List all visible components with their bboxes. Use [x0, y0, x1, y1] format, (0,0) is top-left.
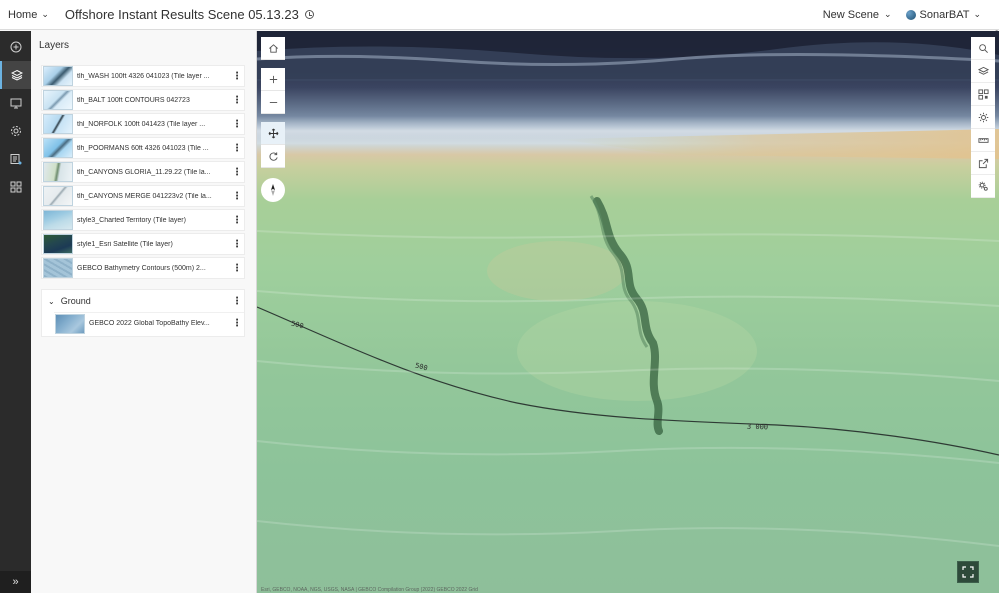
- layer-label: tlh_POORMANS 60ft 4326 041023 (Tile ...: [77, 144, 209, 152]
- panel-title: Layers: [39, 39, 70, 51]
- gear-icon[interactable]: [971, 175, 995, 198]
- layer-item[interactable]: tlh_BALT 100ft CONTOURS 042723 ⋮: [41, 89, 245, 111]
- chevron-down-icon: ⌄: [41, 9, 49, 19]
- layer-thumbnail: [43, 210, 73, 230]
- header-right: New Scene ⌄ SonarBAT ⌄: [823, 9, 981, 21]
- user-name: SonarBAT: [919, 8, 970, 21]
- layer-item[interactable]: style3_Charted Territory (Tile layer) ⋮: [41, 209, 245, 231]
- more-options-icon[interactable]: ⋮: [230, 186, 244, 206]
- layer-thumbnail: [43, 114, 73, 134]
- rotate-icon[interactable]: [261, 145, 285, 168]
- layer-label: tlh_BALT 100ft CONTOURS 042723: [77, 96, 190, 104]
- app-header: Home ⌄ Offshore Instant Results Scene 05…: [0, 0, 999, 30]
- measure-icon[interactable]: [971, 129, 995, 152]
- more-options-icon[interactable]: ⋮: [230, 234, 244, 254]
- layer-thumbnail: [43, 234, 73, 254]
- avatar: [905, 9, 916, 20]
- fullscreen-icon: [962, 566, 974, 578]
- settings-icon[interactable]: [0, 117, 31, 145]
- scene-view[interactable]: 500 500 3 000 Esri, GEBCO, NOAA, NGS, US…: [257, 31, 999, 593]
- more-options-icon[interactable]: ⋮: [230, 314, 244, 334]
- home-menu[interactable]: Home ⌄: [8, 9, 49, 21]
- more-options-icon[interactable]: ⋮: [230, 210, 244, 230]
- scene-title: Offshore Instant Results Scene 05.13.23: [65, 7, 314, 22]
- new-scene-label: New Scene: [822, 8, 879, 21]
- scene-tools-toolbar: [971, 37, 995, 198]
- legend-icon[interactable]: [0, 145, 31, 173]
- layer-item[interactable]: thl_NORFOLK 100ft 041423 (Tile layer ...…: [41, 113, 245, 135]
- ground-layer-item[interactable]: GEBCO 2022 Global TopoBathy Elev... ⋮: [54, 312, 244, 334]
- daylight-icon[interactable]: [971, 106, 995, 129]
- share-icon[interactable]: [971, 152, 995, 175]
- ground-header[interactable]: ⌄ Ground ⋮: [42, 290, 244, 312]
- new-scene-menu[interactable]: New Scene ⌄: [823, 9, 892, 21]
- search-icon[interactable]: [971, 37, 995, 60]
- zoom-out-icon[interactable]: [261, 91, 285, 114]
- scene-title-text: Offshore Instant Results Scene 05.13.23: [64, 7, 299, 22]
- compass-icon[interactable]: [261, 178, 285, 202]
- qr-code-icon[interactable]: [971, 83, 995, 106]
- layer-thumbnail: [43, 186, 73, 206]
- zoom-in-icon[interactable]: [261, 68, 285, 91]
- layer-label: thl_NORFOLK 100ft 041423 (Tile layer ...: [77, 120, 206, 128]
- layer-thumbnail: [43, 162, 73, 182]
- contour-label: 3 000: [746, 422, 769, 432]
- ground-label: Ground: [60, 296, 91, 306]
- more-options-icon[interactable]: ⋮: [230, 114, 244, 134]
- basemap-icon[interactable]: [0, 173, 31, 201]
- clock-icon[interactable]: [304, 10, 314, 19]
- layer-thumbnail: [43, 258, 73, 278]
- fullscreen-button[interactable]: [957, 561, 979, 583]
- more-options-icon[interactable]: ⋮: [230, 90, 244, 110]
- chevron-down-icon: ⌄: [883, 9, 892, 19]
- layer-thumbnail: [43, 66, 73, 86]
- layer-item[interactable]: style1_Esri Satellite (Tile layer) ⋮: [41, 233, 245, 255]
- layer-item[interactable]: tlh_CANYONS MERGE 041223v2 (Tile la... ⋮: [41, 185, 245, 207]
- more-options-icon[interactable]: ⋮: [230, 138, 244, 158]
- layer-item[interactable]: tlh_POORMANS 60ft 4326 041023 (Tile ... …: [41, 137, 245, 159]
- more-options-icon[interactable]: ⋮: [230, 162, 244, 182]
- terrain-canvas: [257, 31, 999, 547]
- layer-label: style3_Charted Territory (Tile layer): [77, 216, 186, 224]
- layer-item[interactable]: tlh_CANYONS GLORIA_11.29.22 (Tile la... …: [41, 161, 245, 183]
- more-options-icon[interactable]: ⋮: [230, 258, 244, 278]
- action-bar: »: [0, 31, 31, 593]
- layer-thumbnail: [55, 313, 85, 334]
- layer-label: tlh_CANYONS GLORIA_11.29.22 (Tile la...: [77, 168, 211, 176]
- map-attribution: Esri, GEBCO, NOAA, NGS, USGS, NASA | GEB…: [261, 587, 478, 593]
- user-menu[interactable]: SonarBAT ⌄: [905, 8, 981, 21]
- navigation-toolbar: [261, 37, 285, 202]
- layer-thumbnail: [43, 90, 73, 110]
- layer-label: GEBCO Bathymetry Contours (500m) 2...: [77, 264, 206, 272]
- chevron-down-icon[interactable]: ⌄: [48, 297, 55, 306]
- more-options-icon[interactable]: ⋮: [230, 66, 244, 86]
- layer-thumbnail: [43, 138, 73, 158]
- more-options-icon[interactable]: ⋮: [230, 291, 244, 311]
- layer-item[interactable]: tlh_WASH 100ft 4326 041023 (Tile layer .…: [41, 65, 245, 87]
- layer-label: tlh_CANYONS MERGE 041223v2 (Tile la...: [77, 192, 212, 200]
- pan-icon[interactable]: [261, 122, 285, 145]
- ground-group: ⌄ Ground ⋮ GEBCO 2022 Global TopoBathy E…: [41, 289, 245, 337]
- slides-icon[interactable]: [0, 89, 31, 117]
- expand-panel-button[interactable]: »: [0, 571, 31, 593]
- layer-list: tlh_WASH 100ft 4326 041023 (Tile layer .…: [31, 59, 256, 337]
- layer-label: style1_Esri Satellite (Tile layer): [77, 240, 173, 248]
- layers-icon[interactable]: [971, 60, 995, 83]
- layers-icon[interactable]: [0, 61, 31, 89]
- add-icon[interactable]: [0, 33, 31, 61]
- home-icon[interactable]: [261, 37, 285, 60]
- home-label: Home: [8, 8, 38, 21]
- layer-item[interactable]: GEBCO Bathymetry Contours (500m) 2... ⋮: [41, 257, 245, 279]
- layers-panel: Layers tlh_WASH 100ft 4326 041023 (Tile …: [31, 31, 257, 593]
- layer-label: tlh_WASH 100ft 4326 041023 (Tile layer .…: [77, 72, 210, 80]
- chevron-down-icon: ⌄: [973, 9, 981, 19]
- layer-label: GEBCO 2022 Global TopoBathy Elev...: [89, 320, 210, 327]
